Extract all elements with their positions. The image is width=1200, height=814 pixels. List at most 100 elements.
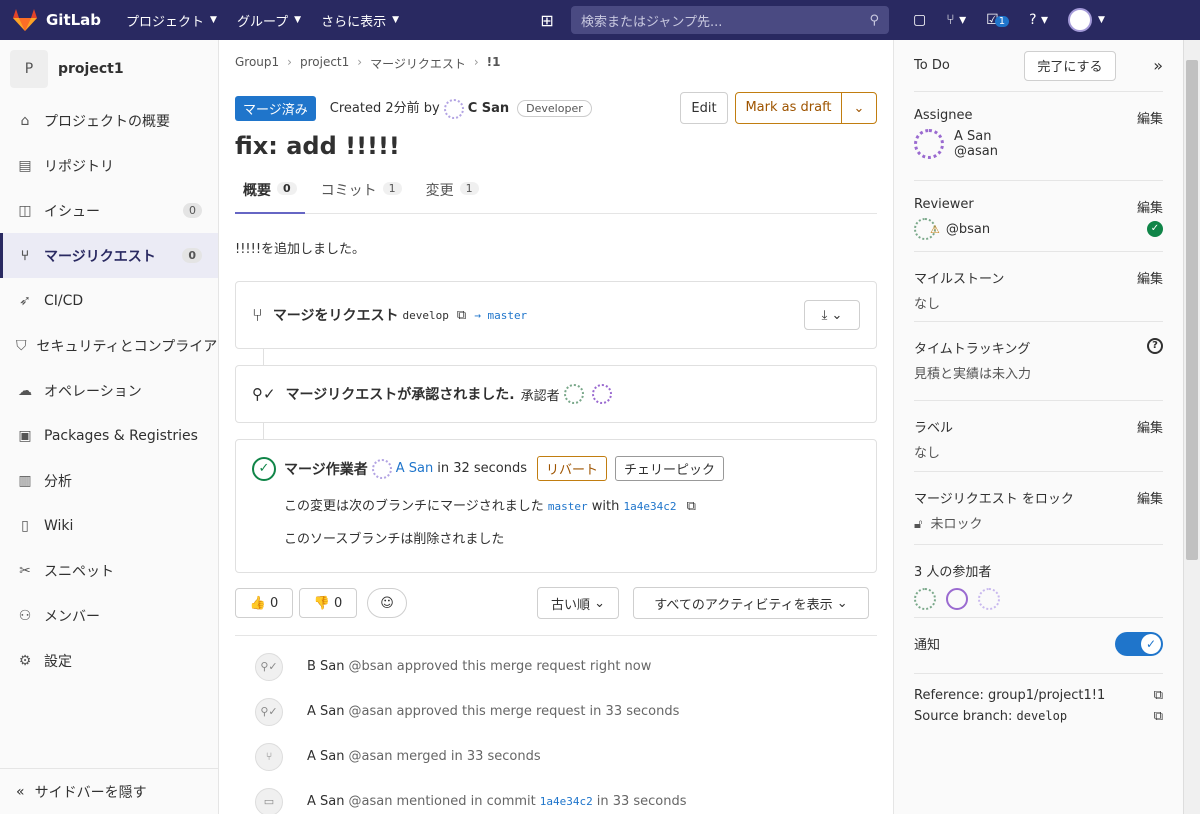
- approver-avatar[interactable]: [591, 384, 612, 404]
- breadcrumb-group[interactable]: Group1: [235, 55, 279, 72]
- activity-author[interactable]: A San: [307, 704, 344, 719]
- breadcrumb-project[interactable]: project1: [300, 55, 349, 72]
- nav-groups[interactable]: グループ ▼: [237, 11, 301, 30]
- nav-more-label: さらに表示: [321, 14, 387, 30]
- collapse-sidebar-button[interactable]: « サイドバーを隠す: [0, 768, 219, 814]
- activity-filter-dropdown[interactable]: すべてのアクティビティを表示 ⌄: [633, 587, 869, 619]
- assignee-user[interactable]: A San @asan: [914, 129, 1163, 159]
- mark-done-button[interactable]: 完了にする: [1024, 50, 1116, 81]
- sort-dropdown[interactable]: 古い順 ⌄: [537, 587, 619, 619]
- edit-milestone-link[interactable]: 編集: [1137, 268, 1163, 287]
- sidebar-item-operations[interactable]: ☁ オペレーション: [0, 368, 218, 413]
- nav-projects[interactable]: プロジェクト ▼: [126, 11, 217, 30]
- source-branch[interactable]: develop: [403, 309, 449, 322]
- help-icon[interactable]: ? ▾: [1029, 12, 1048, 28]
- sidebar-item-merge-requests[interactable]: ⑂ マージリクエスト 0: [0, 233, 218, 278]
- project-header[interactable]: P project1: [0, 40, 218, 98]
- author-avatar[interactable]: [443, 98, 464, 119]
- todos-top-icon[interactable]: ☑1: [986, 12, 1010, 28]
- merger-avatar[interactable]: [371, 458, 392, 479]
- edit-reviewer-link[interactable]: 編集: [1137, 197, 1163, 216]
- search-input[interactable]: 検索またはジャンプ先... ⚲: [571, 6, 890, 34]
- unlock-icon: 🔓︎: [914, 517, 923, 532]
- collapse-sidebar-label: サイドバーを隠す: [34, 784, 147, 801]
- author-name[interactable]: C San: [468, 101, 509, 116]
- package-icon: ▣: [18, 427, 32, 444]
- activity-author[interactable]: A San: [307, 794, 344, 809]
- collapse-right-sidebar-icon[interactable]: »: [1153, 56, 1163, 75]
- list-item: ▭ A San @asan mentioned in commit 1a4e34c2 in…: [235, 779, 877, 814]
- sidebar-item-settings[interactable]: ⚙ 設定: [0, 638, 218, 683]
- activity-author[interactable]: B San: [307, 659, 345, 674]
- merge-requests-top-icon[interactable]: ⑂ ▾: [946, 12, 966, 28]
- thumbs-down-button[interactable]: 👎 0: [299, 588, 357, 618]
- tab-overview[interactable]: 概要 0: [235, 174, 305, 214]
- edit-button[interactable]: Edit: [680, 92, 728, 124]
- sidebar-item-security[interactable]: ⛉ セキュリティとコンプライアンス: [0, 323, 218, 368]
- reviewer-user[interactable]: ⚠ @bsan ✓: [914, 218, 1163, 240]
- sidebar-item-cicd[interactable]: ➶ CI/CD: [0, 278, 218, 323]
- assignee-label: Assignee: [914, 108, 973, 123]
- sidebar-item-snippets[interactable]: ✂ スニペット: [0, 548, 218, 593]
- activity-username[interactable]: @bsan: [349, 659, 393, 674]
- new-item-plus-icon[interactable]: ⊞: [533, 8, 561, 32]
- nav-more[interactable]: さらに表示 ▼: [321, 11, 399, 30]
- sidebar-item-analytics[interactable]: ▥ 分析: [0, 458, 218, 503]
- breadcrumb-merge-requests[interactable]: マージリクエスト: [370, 55, 466, 72]
- sidebar-item-label: セキュリティとコンプライアンス: [36, 338, 219, 355]
- participant-avatar[interactable]: [946, 588, 968, 610]
- mark-as-draft-button[interactable]: Mark as draft ⌄: [735, 92, 877, 124]
- user-menu[interactable]: ▼: [1068, 8, 1105, 32]
- edit-assignee-link[interactable]: 編集: [1137, 108, 1163, 127]
- cloud-icon: ☁: [18, 382, 32, 399]
- tab-changes[interactable]: 変更 1: [418, 174, 487, 213]
- participant-avatar[interactable]: [914, 588, 936, 610]
- thumbs-up-icon: 👍: [249, 595, 266, 611]
- tab-commits[interactable]: コミット 1: [313, 174, 410, 213]
- add-reaction-button[interactable]: ☺: [367, 588, 407, 618]
- source-branch-label: Source branch:: [914, 709, 1013, 724]
- edit-lock-link[interactable]: 編集: [1137, 488, 1163, 507]
- merge-request-widget: ⑂ マージをリクエスト develop ⧉ → master ⤓ ⌄: [235, 281, 877, 349]
- sidebar-item-repository[interactable]: ▤ リポジトリ: [0, 143, 218, 188]
- thumbs-up-button[interactable]: 👍 0: [235, 588, 293, 618]
- target-branch-link[interactable]: master: [548, 500, 588, 513]
- doc-icon: ▤: [18, 157, 32, 174]
- scrollbar[interactable]: [1183, 40, 1200, 814]
- edit-labels-link[interactable]: 編集: [1137, 417, 1163, 436]
- sidebar-item-wiki[interactable]: ▯ Wiki: [0, 503, 218, 548]
- activity-username[interactable]: @asan: [348, 749, 392, 764]
- approver-avatar[interactable]: [563, 384, 584, 404]
- participant-avatar[interactable]: [978, 588, 1000, 610]
- sidebar-item-packages[interactable]: ▣ Packages & Registries: [0, 413, 218, 458]
- mark-as-draft-label[interactable]: Mark as draft: [736, 93, 842, 123]
- merge-request-icon: ⑂: [20, 247, 30, 264]
- assignee-username: @asan: [954, 144, 998, 159]
- copy-icon[interactable]: ⧉: [457, 308, 466, 323]
- help-icon[interactable]: ?: [1147, 338, 1163, 354]
- breadcrumb-mr-id[interactable]: !1: [487, 55, 501, 72]
- activity-author[interactable]: A San: [307, 749, 344, 764]
- merge-icon: ⑂: [255, 742, 283, 771]
- target-branch[interactable]: → master: [474, 309, 527, 322]
- scissors-icon: ✂: [19, 562, 31, 579]
- notification-toggle[interactable]: [1115, 632, 1163, 656]
- activity-username[interactable]: @asan: [348, 704, 392, 719]
- gitlab-logo[interactable]: GitLab: [12, 8, 112, 32]
- download-button[interactable]: ⤓ ⌄: [804, 300, 860, 330]
- sidebar-item-issues[interactable]: ◫ イシュー 0: [0, 188, 218, 233]
- sidebar-item-overview[interactable]: ⌂ プロジェクトの概要: [0, 98, 218, 143]
- sidebar-item-members[interactable]: ⚇ メンバー: [0, 593, 218, 638]
- revert-button[interactable]: リバート: [537, 456, 608, 481]
- activity-username[interactable]: @asan: [348, 794, 392, 809]
- copy-icon[interactable]: ⧉: [1154, 688, 1163, 703]
- merger-name[interactable]: A San: [396, 461, 433, 476]
- scrollbar-thumb[interactable]: [1186, 60, 1198, 560]
- commit-link[interactable]: 1a4e34c2: [624, 500, 677, 513]
- copy-icon[interactable]: ⧉: [1154, 709, 1163, 724]
- issues-top-icon[interactable]: ▢: [913, 12, 926, 28]
- copy-icon[interactable]: ⧉: [687, 499, 696, 514]
- commit-link[interactable]: 1a4e34c2: [540, 795, 593, 808]
- chevron-down-icon[interactable]: ⌄: [842, 101, 876, 116]
- cherry-pick-button[interactable]: チェリーピック: [615, 456, 725, 481]
